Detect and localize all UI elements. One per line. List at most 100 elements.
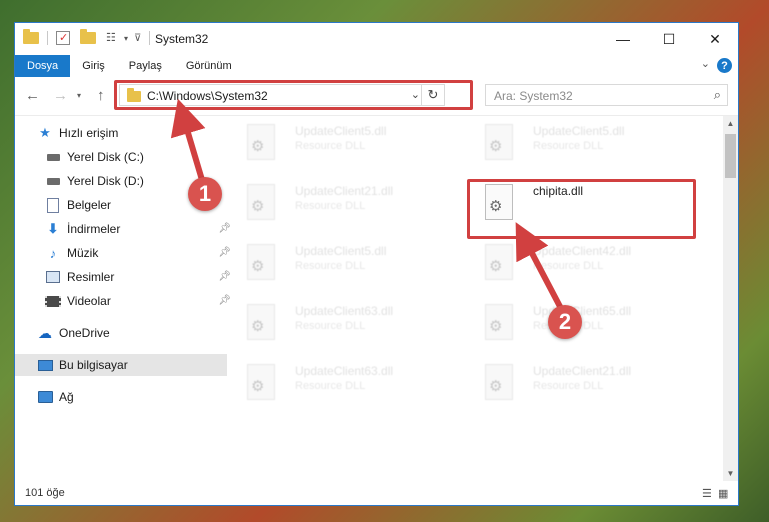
file-item[interactable]: UpdateClient63.dll Resource DLL bbox=[233, 298, 463, 354]
download-icon: ⬇ bbox=[47, 221, 59, 236]
sidebar-item-pictures[interactable]: Resimler 📌︎ bbox=[15, 266, 235, 288]
details-view-icon[interactable]: ☰ bbox=[702, 487, 714, 500]
up-arrow-icon[interactable]: ↑ bbox=[97, 87, 105, 104]
help-button[interactable]: ? bbox=[717, 58, 732, 73]
drive-icon bbox=[45, 150, 61, 164]
step-badge-2: 2 bbox=[548, 305, 582, 339]
recent-locations-icon[interactable]: ▾ bbox=[77, 91, 81, 100]
chevron-down-icon[interactable]: ⌄ bbox=[701, 57, 710, 70]
file-item[interactable]: UpdateClient65.dll Resource DLL bbox=[471, 298, 701, 354]
dll-file-icon bbox=[485, 304, 513, 340]
sidebar-item-label: OneDrive bbox=[59, 326, 110, 340]
ribbon-tabs: Dosya Giriş Paylaş Görünüm bbox=[15, 55, 738, 77]
chevron-down-icon[interactable]: ▾ bbox=[124, 34, 128, 43]
file-type: Resource DLL bbox=[533, 380, 604, 392]
dll-file-icon bbox=[247, 364, 275, 400]
network-icon bbox=[37, 390, 53, 404]
sidebar-item-quick-access[interactable]: ★ Hızlı erişim bbox=[15, 122, 227, 144]
sidebar-item-label: Yerel Disk (C:) bbox=[67, 150, 144, 164]
dll-file-icon bbox=[485, 124, 513, 160]
sidebar-item-videos[interactable]: Videolar 📌︎ bbox=[15, 290, 235, 312]
sidebar-item-onedrive[interactable]: ☁ OneDrive bbox=[15, 322, 227, 344]
sidebar-item-label: Bu bilgisayar bbox=[59, 358, 128, 372]
file-type: Resource DLL bbox=[295, 140, 366, 152]
sidebar-item-label: Resimler bbox=[67, 270, 115, 284]
tab-share[interactable]: Paylaş bbox=[117, 55, 174, 77]
toolbar-separator bbox=[149, 31, 151, 45]
tab-home[interactable]: Giriş bbox=[70, 55, 117, 77]
new-folder-icon[interactable] bbox=[80, 29, 96, 44]
back-arrow-icon[interactable]: ← bbox=[25, 87, 40, 104]
sidebar-item-label: Ağ bbox=[59, 390, 74, 404]
file-item[interactable]: UpdateClient63.dll Resource DLL bbox=[233, 358, 463, 414]
title-bar: ✓ ☷ ▾ ⊽ System32 — ☐ ✕ bbox=[15, 23, 738, 55]
file-name: UpdateClient5.dll bbox=[295, 124, 387, 138]
cloud-icon: ☁ bbox=[38, 324, 52, 341]
search-icon: ⌕ bbox=[713, 87, 721, 102]
close-button[interactable]: ✕ bbox=[692, 23, 738, 55]
computer-icon bbox=[37, 358, 53, 372]
sidebar-item-music[interactable]: ♪ Müzik 📌︎ bbox=[15, 242, 235, 264]
file-type: Resource DLL bbox=[295, 260, 366, 272]
file-name: UpdateClient5.dll bbox=[533, 124, 625, 138]
minimize-button[interactable]: — bbox=[600, 23, 646, 55]
file-item[interactable]: UpdateClient21.dll Resource DLL bbox=[233, 178, 463, 234]
file-item[interactable]: UpdateClient5.dll Resource DLL bbox=[471, 118, 701, 174]
dll-file-icon bbox=[485, 244, 513, 280]
file-name: UpdateClient5.dll bbox=[295, 244, 387, 258]
file-name: UpdateClient63.dll bbox=[295, 304, 394, 318]
sidebar-item-label: Belgeler bbox=[67, 198, 112, 212]
sidebar-item-label: Videolar bbox=[67, 294, 111, 308]
sidebar-item-label: Hızlı erişim bbox=[59, 126, 119, 140]
item-count: 101 öğe bbox=[25, 487, 65, 499]
scrollbar-thumb[interactable] bbox=[725, 134, 736, 178]
search-input[interactable]: Ara: System32 ⌕ bbox=[485, 84, 728, 106]
sidebar-item-local-disk-c[interactable]: Yerel Disk (C:) bbox=[15, 146, 235, 168]
vertical-scrollbar[interactable]: ▲ ▼ bbox=[723, 116, 738, 481]
chipita-file-highlight bbox=[467, 179, 696, 239]
file-type: Resource DLL bbox=[533, 260, 604, 272]
file-name: UpdateClient42.dll bbox=[533, 244, 632, 258]
file-item[interactable]: UpdateClient21.dll Resource DLL bbox=[471, 358, 701, 414]
address-bar-highlight bbox=[114, 80, 473, 110]
file-name: UpdateClient63.dll bbox=[295, 364, 394, 378]
file-name: UpdateClient21.dll bbox=[533, 364, 632, 378]
search-placeholder: Ara: System32 bbox=[494, 89, 573, 103]
navigation-pane: ★ Hızlı erişim Yerel Disk (C:) Yerel Dis… bbox=[15, 116, 231, 481]
scroll-up-icon[interactable]: ▲ bbox=[723, 116, 738, 131]
file-type: Resource DLL bbox=[295, 320, 366, 332]
file-name: UpdateClient21.dll bbox=[295, 184, 394, 198]
sidebar-item-downloads[interactable]: ⬇ İndirmeler 📌︎ bbox=[15, 218, 235, 240]
sidebar-item-label: Müzik bbox=[67, 246, 99, 260]
file-list: UpdateClient5.dll Resource DLL UpdateCli… bbox=[219, 116, 723, 481]
status-bar: 101 öğe ☰ ▦ bbox=[15, 481, 738, 505]
large-icons-view-icon[interactable]: ▦ bbox=[718, 487, 730, 500]
sidebar-item-network[interactable]: Ağ bbox=[15, 386, 227, 408]
star-icon: ★ bbox=[39, 125, 51, 140]
file-item[interactable]: UpdateClient5.dll Resource DLL bbox=[233, 118, 463, 174]
file-item[interactable]: UpdateClient42.dll Resource DLL bbox=[471, 238, 701, 294]
dll-file-icon bbox=[247, 124, 275, 160]
sidebar-item-this-pc[interactable]: Bu bilgisayar bbox=[15, 354, 227, 376]
file-name: UpdateClient65.dll bbox=[533, 304, 632, 318]
dll-file-icon bbox=[485, 364, 513, 400]
file-type: Resource DLL bbox=[295, 200, 366, 212]
window-title: System32 bbox=[155, 32, 209, 46]
forward-arrow-icon[interactable]: → bbox=[53, 87, 68, 104]
music-icon: ♪ bbox=[49, 245, 57, 261]
folder-icon bbox=[23, 29, 39, 44]
dll-file-icon bbox=[247, 244, 275, 280]
file-item[interactable]: UpdateClient5.dll Resource DLL bbox=[233, 238, 463, 294]
pin-toolbar-icon[interactable]: ⊽ bbox=[134, 33, 141, 44]
sidebar-item-label: İndirmeler bbox=[67, 222, 121, 236]
sidebar-item-label: Yerel Disk (D:) bbox=[67, 174, 144, 188]
file-type: Resource DLL bbox=[533, 140, 604, 152]
video-icon bbox=[45, 294, 61, 308]
properties-icon[interactable]: ✓ bbox=[56, 31, 70, 45]
customize-toolbar-icon[interactable]: ☷ bbox=[106, 31, 120, 45]
maximize-button[interactable]: ☐ bbox=[646, 23, 692, 55]
tab-view[interactable]: Görünüm bbox=[174, 55, 244, 77]
scroll-down-icon[interactable]: ▼ bbox=[723, 466, 738, 481]
dll-file-icon bbox=[247, 304, 275, 340]
tab-file[interactable]: Dosya bbox=[15, 55, 71, 77]
